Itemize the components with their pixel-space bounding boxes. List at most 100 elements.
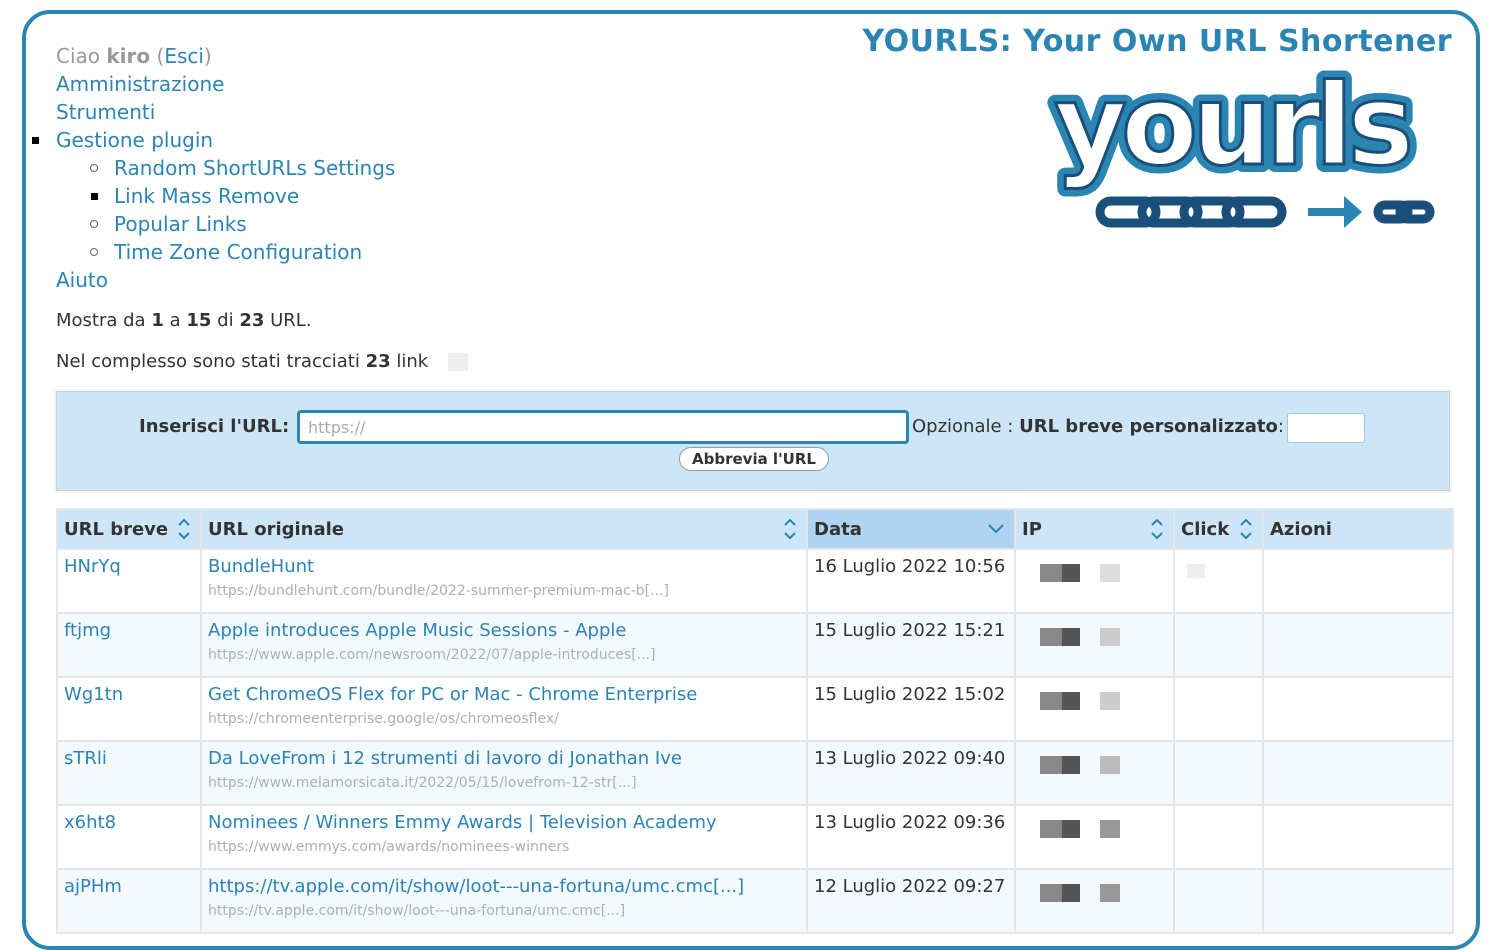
col-data[interactable]: Data: [808, 510, 1014, 548]
actions-cell: [1264, 742, 1452, 804]
nav-sub-random-shorturls[interactable]: Random ShortURLs Settings: [114, 156, 395, 180]
info-to: 15: [186, 310, 212, 331]
short-url-link[interactable]: HNrYq: [64, 556, 121, 577]
nav-item-strumenti[interactable]: Strumenti: [56, 100, 155, 124]
url-label-text: Inserisci l'URL: [139, 416, 282, 437]
date-cell: 15 Luglio 2022 15:21: [808, 614, 1014, 676]
info-total: 23: [239, 310, 265, 331]
col-label: Click: [1181, 518, 1230, 540]
ip-cell: [1016, 550, 1173, 612]
click-cell: [1175, 806, 1262, 868]
redacted-ip: [1040, 756, 1120, 777]
ip-cell: [1016, 742, 1173, 804]
info-text: Mostra da: [56, 310, 146, 331]
svg-text:yourls: yourls: [1054, 61, 1409, 191]
nav-sub-link-mass-remove[interactable]: Link Mass Remove: [114, 184, 299, 208]
sort-icon[interactable]: [1240, 515, 1252, 543]
long-url-title[interactable]: Get ChromeOS Flex for PC or Mac - Chrome…: [208, 684, 800, 705]
long-url-title[interactable]: Nominees / Winners Emmy Awards | Televis…: [208, 812, 800, 833]
short-url-link[interactable]: x6ht8: [64, 812, 116, 833]
long-url[interactable]: https://tv.apple.com/it/show/loot---una-…: [208, 903, 800, 919]
tracked-info: Nel complesso sono stati tracciati 23 li…: [56, 351, 468, 372]
shorten-button[interactable]: Abbrevia l'URL: [679, 447, 829, 471]
nav-item-gestione-plugin[interactable]: Gestione plugin: [56, 128, 213, 152]
nav-sub-popular-links[interactable]: Popular Links: [114, 212, 247, 236]
actions-cell: [1264, 550, 1452, 612]
logout-link[interactable]: Esci: [164, 44, 204, 68]
long-url[interactable]: https://bundlehunt.com/bundle/2022-summe…: [208, 583, 800, 599]
bullet-marker: [90, 220, 98, 228]
long-url[interactable]: https://www.melamorsicata.it/2022/05/15/…: [208, 775, 800, 791]
nav-item-amministrazione[interactable]: Amministrazione: [56, 72, 224, 96]
redacted-ip: [1040, 692, 1120, 713]
bullet-marker: [91, 193, 98, 200]
col-label: URL originale: [208, 518, 345, 540]
actions-cell: [1264, 678, 1452, 740]
long-url[interactable]: https://www.emmys.com/awards/nominees-wi…: [208, 839, 800, 855]
actions-cell: [1264, 806, 1452, 868]
keyword-label: URL breve personalizzato: [1019, 416, 1278, 437]
short-url-link[interactable]: ajPHm: [64, 876, 122, 897]
username: kiro: [106, 44, 151, 68]
date-cell: 13 Luglio 2022 09:36: [808, 806, 1014, 868]
info-text: di: [217, 310, 234, 331]
long-url-title[interactable]: Da LoveFrom i 12 strumenti di lavoro di …: [208, 748, 800, 769]
yourls-logo[interactable]: yourls yourls: [1008, 60, 1454, 240]
redacted-ip: [1040, 564, 1120, 585]
date-cell: 15 Luglio 2022 15:02: [808, 678, 1014, 740]
keyword-input[interactable]: [1287, 413, 1365, 443]
redacted-ip: [1040, 628, 1120, 649]
long-url[interactable]: https://chromeenterprise.google/os/chrom…: [208, 711, 800, 727]
info-text: URL.: [270, 310, 312, 331]
new-url-form: Inserisci l'URL: Opzionale : URL breve p…: [54, 389, 1452, 493]
pagination-info: Mostra da 1 a 15 di 23 URL.: [56, 310, 312, 331]
col-url-originale[interactable]: URL originale: [202, 510, 806, 548]
sort-desc-icon[interactable]: [988, 515, 1004, 543]
short-url-link[interactable]: sTRli: [64, 748, 107, 769]
table-header: URL breve URL originale Data IP Click Az…: [58, 510, 1452, 548]
ip-cell: [1016, 806, 1173, 868]
sort-icon[interactable]: [784, 515, 796, 543]
paren-close: ): [203, 44, 212, 68]
col-label: Data: [814, 518, 862, 540]
redacted-ip: [1040, 884, 1120, 905]
tracked-count: 23: [365, 351, 391, 372]
short-url-link[interactable]: ftjmg: [64, 620, 111, 641]
ip-cell: [1016, 614, 1173, 676]
click-cell: [1175, 742, 1262, 804]
date-cell: 16 Luglio 2022 10:56: [808, 550, 1014, 612]
click-cell: [1175, 550, 1262, 612]
actions-cell: [1264, 614, 1452, 676]
redacted-clicks: [1187, 564, 1205, 585]
col-click[interactable]: Click: [1175, 510, 1262, 548]
ip-cell: [1016, 870, 1173, 932]
site-title[interactable]: YOURLS: Your Own URL Shortener: [862, 24, 1452, 59]
url-input[interactable]: [297, 410, 909, 444]
table-row: ajPHm https://tv.apple.com/it/show/loot-…: [58, 870, 1452, 932]
sort-icon[interactable]: [1151, 515, 1163, 543]
optional-text: Opzionale: [912, 416, 1002, 437]
table-row: ftjmg Apple introduces Apple Music Sessi…: [58, 614, 1452, 676]
nav-sub-time-zone[interactable]: Time Zone Configuration: [114, 240, 362, 264]
table-row: HNrYq BundleHunt https://bundlehunt.com/b…: [58, 550, 1452, 612]
col-label: IP: [1022, 518, 1042, 540]
click-cell: [1175, 870, 1262, 932]
actions-cell: [1264, 870, 1452, 932]
date-cell: 13 Luglio 2022 09:40: [808, 742, 1014, 804]
col-label: URL breve: [64, 518, 169, 540]
long-url-title[interactable]: BundleHunt: [208, 556, 800, 577]
ip-cell: [1016, 678, 1173, 740]
long-url[interactable]: https://www.apple.com/newsroom/2022/07/a…: [208, 647, 800, 663]
nav-item-aiuto[interactable]: Aiuto: [56, 268, 108, 292]
short-url-link[interactable]: Wg1tn: [64, 684, 123, 705]
long-url-title[interactable]: Apple introduces Apple Music Sessions - …: [208, 620, 800, 641]
col-url-breve[interactable]: URL breve: [58, 510, 200, 548]
info-from: 1: [151, 310, 164, 331]
bullet-marker: [90, 164, 98, 172]
long-url-title[interactable]: https://tv.apple.com/it/show/loot---una-…: [208, 876, 800, 897]
col-ip[interactable]: IP: [1016, 510, 1173, 548]
info-text: Nel complesso sono stati tracciati: [56, 351, 360, 372]
redacted-ip: [1040, 820, 1120, 841]
sort-icon[interactable]: [178, 515, 190, 543]
url-label: Inserisci l'URL:: [139, 416, 290, 437]
